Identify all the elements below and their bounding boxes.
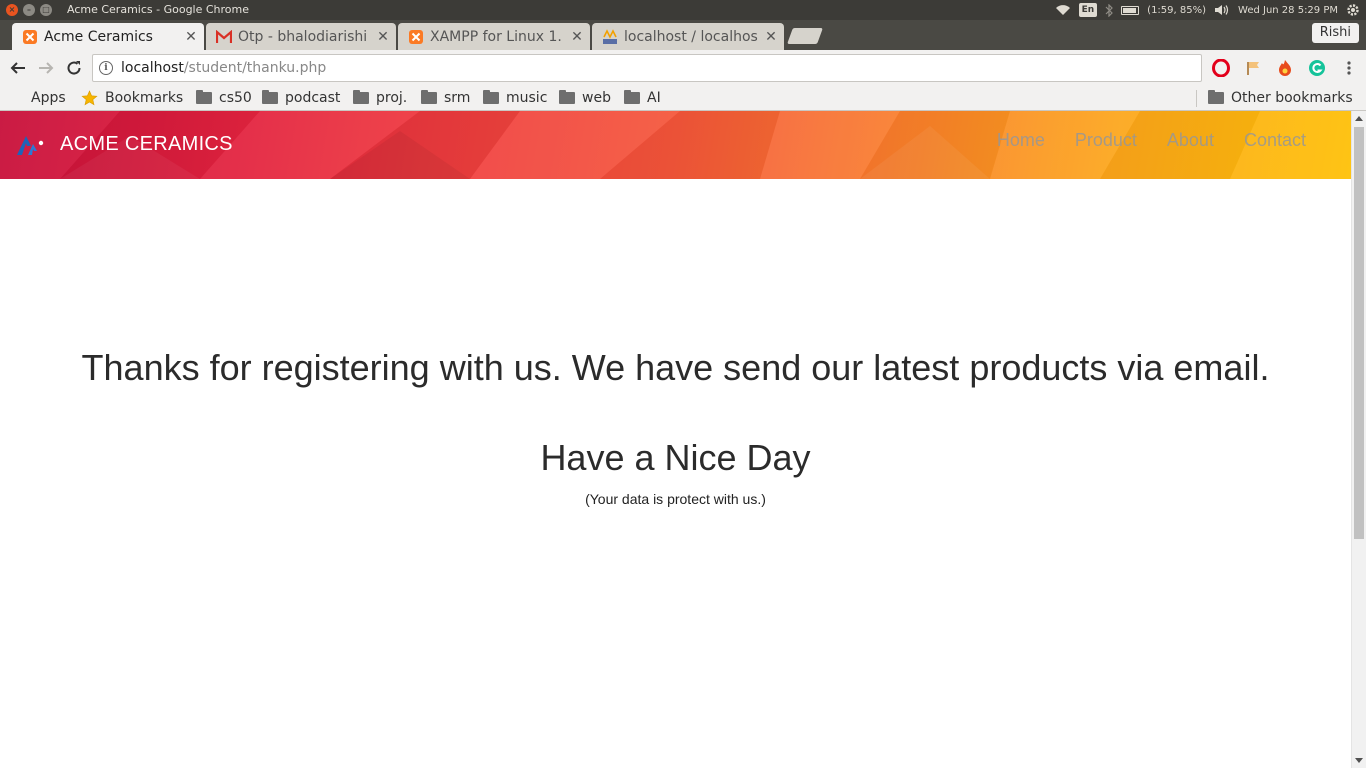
- browser-toolbar: i localhost/student/thanku.php: [0, 50, 1366, 86]
- bookmark-apps[interactable]: Apps: [10, 88, 66, 108]
- tab-label: localhost / localhos: [624, 28, 758, 45]
- forward-button[interactable]: [36, 58, 56, 78]
- back-arrow-icon: [10, 62, 25, 74]
- tab-close-icon[interactable]: ✕: [182, 29, 200, 45]
- wifi-icon[interactable]: [1055, 2, 1071, 18]
- os-top-bar: × – □ Acme Ceramics - Google Chrome En (…: [0, 0, 1366, 20]
- apps-grid-icon: [10, 91, 24, 105]
- bookmark-bookmarks[interactable]: Bookmarks: [81, 88, 183, 108]
- opera-extension-icon[interactable]: [1211, 58, 1230, 77]
- tab-close-icon[interactable]: ✕: [568, 29, 586, 45]
- settings-gear-icon[interactable]: [1346, 2, 1360, 18]
- bookmark-flag-extension-icon[interactable]: [1243, 58, 1262, 77]
- bookmark-label: srm: [444, 90, 471, 106]
- xampp-icon: [22, 29, 38, 45]
- address-bar[interactable]: i localhost/student/thanku.php: [92, 54, 1202, 82]
- chrome-menu-icon[interactable]: [1339, 58, 1358, 77]
- window-close-button[interactable]: ×: [6, 4, 18, 16]
- star-icon: [81, 90, 98, 106]
- page-scrollbar[interactable]: [1351, 111, 1366, 768]
- volume-icon[interactable]: [1214, 2, 1230, 18]
- site-brand[interactable]: ACME CERAMICS: [60, 133, 233, 156]
- site-header: ACME CERAMICS Home Product About Contact: [0, 111, 1351, 179]
- folder-icon: [559, 90, 575, 104]
- nav-product-link[interactable]: Product: [1075, 130, 1137, 151]
- tab-strip: Acme Ceramics ✕ Otp - bhalodiarishi ✕ XA…: [0, 20, 1366, 50]
- bookmark-label: cs50: [219, 90, 252, 106]
- window-title: Acme Ceramics - Google Chrome: [67, 3, 250, 16]
- folder-icon: [262, 90, 278, 104]
- page-viewport: ACME CERAMICS Home Product About Contact…: [0, 111, 1351, 768]
- tab-acme-ceramics[interactable]: Acme Ceramics ✕: [12, 23, 204, 50]
- reload-icon: [67, 61, 81, 75]
- tab-xampp[interactable]: XAMPP for Linux 1. ✕: [398, 23, 590, 50]
- tab-label: Acme Ceramics: [44, 28, 153, 45]
- bookmark-label: Apps: [31, 90, 66, 106]
- thank-you-message: Thanks for registering with us. We have …: [81, 347, 1270, 388]
- greeting-heading: Have a Nice Day: [540, 437, 811, 478]
- clock[interactable]: Wed Jun 28 5:29 PM: [1238, 5, 1338, 16]
- nav-home-link[interactable]: Home: [997, 130, 1045, 151]
- fire-extension-icon[interactable]: [1275, 58, 1294, 77]
- url-path: /student/thanku.php: [183, 60, 327, 76]
- keyboard-language-indicator[interactable]: En: [1078, 3, 1098, 17]
- folder-icon: [483, 90, 499, 104]
- bookmark-folder-srm[interactable]: srm: [421, 88, 470, 108]
- bookmark-label: AI: [647, 90, 661, 106]
- bookmarks-bar: Apps Bookmarks cs50 podcast proj. srm mu…: [0, 86, 1366, 111]
- new-tab-button[interactable]: [787, 28, 823, 44]
- bookmark-label: Other bookmarks: [1231, 90, 1353, 106]
- extension-icons: [1211, 58, 1358, 77]
- bookmark-label: web: [582, 90, 611, 106]
- tab-gmail[interactable]: Otp - bhalodiarishi ✕: [206, 23, 396, 50]
- forward-arrow-icon: [39, 62, 54, 74]
- folder-icon: [353, 90, 369, 104]
- bookmark-label: podcast: [285, 90, 341, 106]
- scrollbar-thumb[interactable]: [1354, 127, 1364, 539]
- tab-label: XAMPP for Linux 1.: [430, 28, 562, 45]
- folder-icon: [1208, 90, 1224, 104]
- bookmark-label: proj.: [376, 90, 408, 106]
- battery-status: (1:59, 85%): [1147, 4, 1207, 16]
- gmail-icon: [216, 29, 232, 45]
- tab-phpmyadmin[interactable]: localhost / localhos ✕: [592, 23, 784, 50]
- tab-close-icon[interactable]: ✕: [374, 29, 392, 45]
- bookmark-label: music: [506, 90, 548, 106]
- profile-button[interactable]: Rishi: [1311, 23, 1359, 43]
- bookmark-folder-web[interactable]: web: [559, 88, 611, 108]
- url-host: localhost: [121, 60, 184, 76]
- folder-icon: [196, 90, 212, 104]
- system-tray: En (1:59, 85%) Wed Jun 28 5:29 PM: [1055, 0, 1366, 20]
- scroll-down-arrow-icon[interactable]: [1355, 758, 1363, 763]
- tab-close-icon[interactable]: ✕: [762, 29, 780, 45]
- bookmark-folder-proj[interactable]: proj.: [353, 88, 407, 108]
- back-button[interactable]: [8, 58, 28, 78]
- nav-contact-link[interactable]: Contact: [1244, 130, 1306, 151]
- site-info-icon[interactable]: i: [99, 61, 113, 75]
- nav-about-link[interactable]: About: [1167, 130, 1214, 151]
- bookmark-other-bookmarks[interactable]: Other bookmarks: [1208, 88, 1353, 108]
- folder-icon: [624, 90, 640, 104]
- xampp-icon: [408, 29, 424, 45]
- bookmark-folder-podcast[interactable]: podcast: [262, 88, 340, 108]
- bookmark-folder-ai[interactable]: AI: [624, 88, 661, 108]
- bookmark-folder-music[interactable]: music: [483, 88, 547, 108]
- acme-logo-icon[interactable]: [15, 133, 47, 157]
- reload-button[interactable]: [64, 58, 84, 78]
- privacy-note: (Your data is protect with us.): [585, 491, 766, 507]
- bookmark-label: Bookmarks: [105, 90, 184, 106]
- bookmarks-separator: [1196, 90, 1197, 107]
- scroll-up-arrow-icon[interactable]: [1355, 116, 1363, 121]
- window-maximize-button[interactable]: □: [40, 4, 52, 16]
- site-nav: Home Product About Contact: [997, 130, 1306, 151]
- phpmyadmin-icon: [602, 28, 618, 45]
- tab-label: Otp - bhalodiarishi: [238, 28, 368, 45]
- folder-icon: [421, 90, 437, 104]
- bookmark-folder-cs50[interactable]: cs50: [196, 88, 252, 108]
- grammarly-extension-icon[interactable]: [1307, 58, 1326, 77]
- window-minimize-button[interactable]: –: [23, 4, 35, 16]
- battery-icon[interactable]: [1121, 2, 1140, 18]
- bluetooth-icon[interactable]: [1105, 2, 1114, 18]
